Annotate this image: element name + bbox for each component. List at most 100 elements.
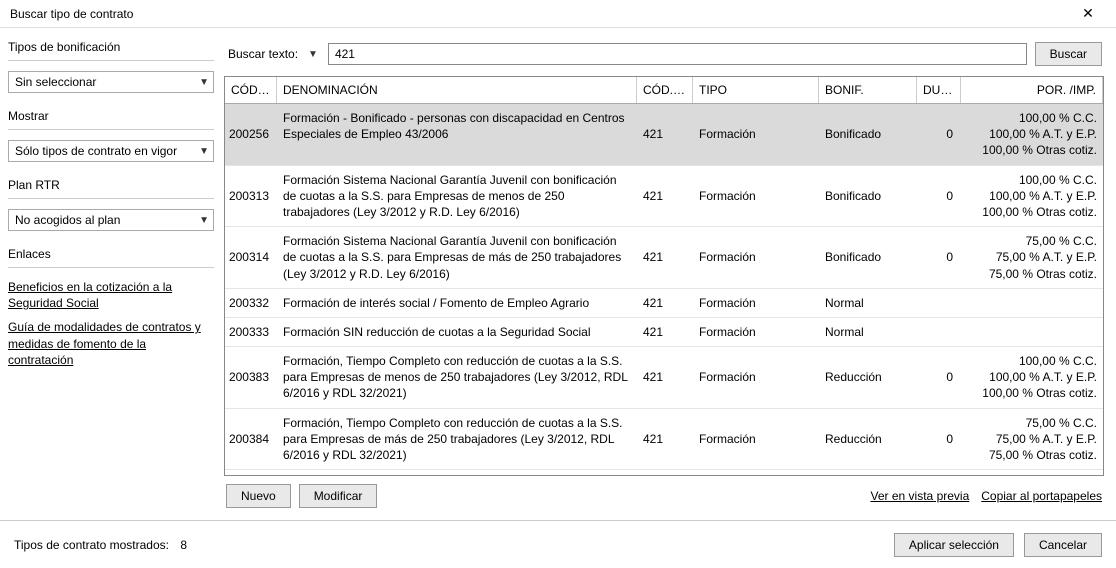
cell-bonif: Bonificado [819,227,917,288]
cell-bonif: Normal [819,289,917,317]
cell-tipo: Formación [693,166,819,227]
cell-codigo: 200384 [225,409,277,470]
cell-dur [917,318,961,346]
col-denom[interactable]: DENOMINACIÓN [277,77,637,103]
cell-codo: 421 [637,227,693,288]
sidebar: Tipos de bonificación Sin seleccionar ▼ … [0,28,222,520]
table-row[interactable]: 200333Formación SIN reducción de cuotas … [225,318,1103,347]
cell-codo [637,470,693,475]
col-codo[interactable]: CÓD.O... [637,77,693,103]
cancelar-button[interactable]: Cancelar [1024,533,1102,557]
divider [8,198,214,199]
table-row[interactable]: 200383Formación, Tiempo Completo con red… [225,347,1103,409]
cell-por: 100,00 % C.C. 100,00 % A.T. y E.P. 100,0… [961,104,1103,165]
chevron-down-icon: ▼ [199,146,209,157]
link-beneficios[interactable]: Beneficios en la cotización a la Segurid… [8,279,214,311]
mostrar-select[interactable]: Sólo tipos de contrato en vigor ▼ [8,140,214,162]
titlebar: Buscar tipo de contrato ✕ [0,0,1116,28]
cell-codo: 421 [637,409,693,470]
cell-tipo: Formación [693,104,819,165]
cell-por: 100,00 % C.C. 100,00 % A.T. y E.P. 100,0… [961,166,1103,227]
cell-tipo [693,470,819,475]
cell-denom: Formación, Tiempo Completo con reducción… [277,409,637,470]
table-row[interactable]: 200384Formación, Tiempo Completo con red… [225,409,1103,471]
cell-codo: 421 [637,104,693,165]
tipos-bonif-label: Tipos de bonificación [8,40,214,54]
link-copiar[interactable]: Copiar al portapapeles [981,489,1102,503]
col-por[interactable]: POR. /IMP. [961,77,1103,103]
table-actions: Nuevo Modificar Ver en vista previa Copi… [224,476,1104,512]
cell-dur: 0 [917,227,961,288]
col-dur[interactable]: DUR.(M... [917,77,961,103]
mostrar-value: Sólo tipos de contrato en vigor [15,144,177,158]
enlaces-label: Enlaces [8,247,214,261]
col-bonif[interactable]: BONIF. [819,77,917,103]
main-panel: Buscar texto: ▼ Buscar CÓDI... DENOMINAC… [222,28,1116,520]
col-tipo[interactable]: TIPO [693,77,819,103]
search-button[interactable]: Buscar [1035,42,1102,66]
cell-denom: Formación de interés social / Fomento de… [277,289,637,317]
cell-denom: Formación - Bonificado - personas con di… [277,104,637,165]
window-title: Buscar tipo de contrato [10,7,133,21]
modificar-button[interactable]: Modificar [299,484,378,508]
footer: Tipos de contrato mostrados: 8 Aplicar s… [0,520,1116,568]
cell-codigo: 200383 [225,347,277,408]
cell-codo: 421 [637,318,693,346]
close-icon[interactable]: ✕ [1068,5,1108,22]
search-mode-dropdown[interactable]: ▼ [306,49,320,60]
cell-codigo: 200333 [225,318,277,346]
table-row[interactable]: 200314Formación Sistema Nacional Garantí… [225,227,1103,289]
cell-bonif: Reducción [819,409,917,470]
table-body[interactable]: 200256Formación - Bonificado - personas … [225,104,1103,475]
divider [8,60,214,61]
cell-dur [917,470,961,475]
tipos-bonif-select[interactable]: Sin seleccionar ▼ [8,71,214,93]
cell-tipo: Formación [693,347,819,408]
cell-tipo: Formación [693,289,819,317]
results-table: CÓDI... DENOMINACIÓN CÓD.O... TIPO BONIF… [224,76,1104,476]
mostrar-label: Mostrar [8,109,214,123]
cell-bonif: Normal [819,318,917,346]
table-row[interactable]: 200313Formación Sistema Nacional Garantí… [225,166,1103,228]
plan-rtr-select[interactable]: No acogidos al plan ▼ [8,209,214,231]
cell-dur: 0 [917,409,961,470]
table-row[interactable]: Temporal, Tiempo Completo - Bonificado -… [225,470,1103,475]
cell-bonif: Reducción [819,347,917,408]
aplicar-button[interactable]: Aplicar selección [894,533,1014,557]
cell-por: 100,00 % C.C. 100,00 % A.T. y E.P. 100,0… [961,347,1103,408]
table-row[interactable]: 200256Formación - Bonificado - personas … [225,104,1103,166]
cell-bonif: Bonificado [819,104,917,165]
cell-denom: Formación Sistema Nacional Garantía Juve… [277,227,637,288]
table-header: CÓDI... DENOMINACIÓN CÓD.O... TIPO BONIF… [225,77,1103,104]
cell-codigo [225,470,277,475]
cell-dur: 0 [917,104,961,165]
cell-denom: Formación Sistema Nacional Garantía Juve… [277,166,637,227]
cell-codigo: 200314 [225,227,277,288]
link-guia[interactable]: Guía de modalidades de contratos y medid… [8,319,214,368]
cell-por: 75,00 % C.C. 75,00 % A.T. y E.P. 75,00 %… [961,227,1103,288]
cell-codigo: 200332 [225,289,277,317]
search-label: Buscar texto: [228,47,298,61]
cell-codigo: 200313 [225,166,277,227]
search-input[interactable] [328,43,1027,65]
cell-denom: Formación, Tiempo Completo con reducción… [277,347,637,408]
nuevo-button[interactable]: Nuevo [226,484,291,508]
link-vista-previa[interactable]: Ver en vista previa [871,489,970,503]
chevron-down-icon: ▼ [199,215,209,226]
cell-tipo: Formación [693,227,819,288]
cell-dur: 0 [917,347,961,408]
cell-codo: 421 [637,289,693,317]
cell-dur: 0 [917,166,961,227]
table-row[interactable]: 200332Formación de interés social / Fome… [225,289,1103,318]
col-codigo[interactable]: CÓDI... [225,77,277,103]
cell-dur [917,289,961,317]
tipos-bonif-value: Sin seleccionar [15,75,96,89]
cell-codigo: 200256 [225,104,277,165]
cell-codo: 421 [637,347,693,408]
cell-por [961,318,1103,346]
cell-bonif [819,470,917,475]
search-row: Buscar texto: ▼ Buscar [224,36,1104,76]
divider [8,129,214,130]
plan-rtr-label: Plan RTR [8,178,214,192]
status-label: Tipos de contrato mostrados: [14,538,169,552]
